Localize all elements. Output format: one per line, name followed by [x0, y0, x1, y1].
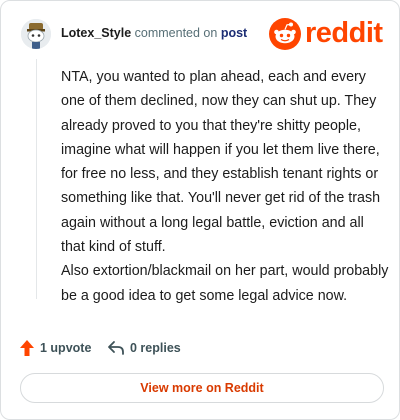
username-link[interactable]: Lotex_Style [61, 26, 131, 40]
view-more-button[interactable]: View more on Reddit [20, 373, 384, 403]
comment-actions: 1 upvote 0 replies [19, 337, 379, 359]
comment-body: NTA, you wanted to plan ahead, each and … [61, 65, 391, 308]
post-link[interactable]: post [221, 26, 247, 40]
comment-meta: Lotex_Style commented on post [61, 26, 247, 40]
comment-paragraph: Also extortion/blackmail on her part, wo… [61, 263, 389, 304]
reply-button[interactable]: 0 replies [107, 337, 181, 359]
upvote-arrow-icon [20, 340, 34, 356]
action-text: commented on [134, 26, 218, 40]
embedded-comment-card: Lotex_Style commented on post reddit NTA… [0, 0, 400, 420]
upvote-count: 1 upvote [40, 341, 92, 355]
reddit-logo[interactable]: reddit [269, 17, 383, 51]
comment-header: Lotex_Style commented on post reddit [21, 17, 383, 51]
thread-line [36, 59, 37, 299]
comment-paragraph: NTA, you wanted to plan ahead, each and … [61, 69, 381, 256]
view-more-label: View more on Reddit [140, 381, 264, 395]
reddit-wordmark: reddit [305, 17, 383, 49]
upvote-button[interactable]: 1 upvote [19, 337, 91, 359]
reddit-snoo-icon [269, 18, 301, 50]
user-avatar[interactable] [21, 19, 51, 49]
reply-arrow-icon [108, 341, 124, 355]
avatar-image [21, 19, 51, 49]
reply-count: 0 replies [130, 341, 181, 355]
